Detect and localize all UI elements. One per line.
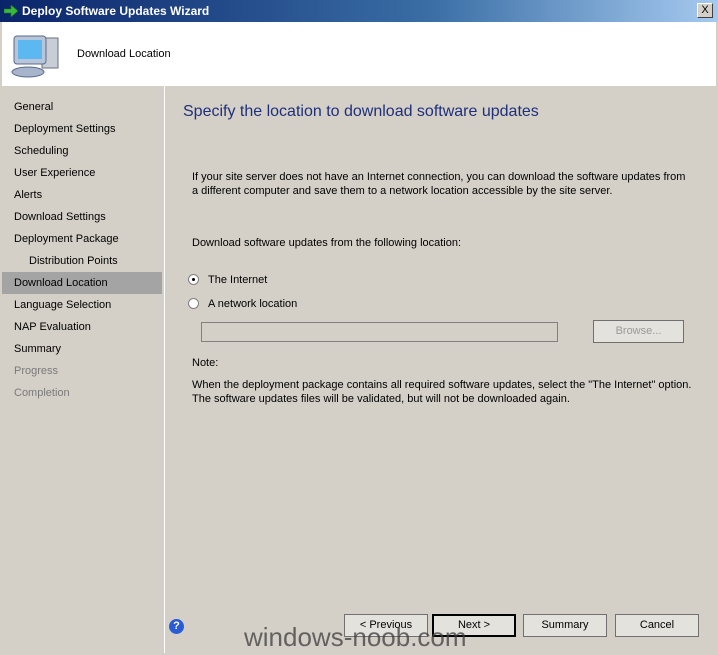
header-title: Download Location <box>77 48 171 60</box>
nav-item-progress: Progress <box>14 365 59 377</box>
wizard-nav: General Deployment Settings Scheduling User… <box>2 86 162 653</box>
nav-item-alerts[interactable]: Alerts <box>2 184 162 206</box>
nav-item-deployment-package[interactable]: Deployment Package <box>2 228 162 250</box>
nav-item-language-selection[interactable]: Language Selection <box>2 294 162 316</box>
radio-network-label[interactable]: A network location <box>208 297 297 311</box>
computer-icon <box>11 35 59 78</box>
nav-item-nap-evaluation[interactable]: NAP Evaluation <box>2 316 162 338</box>
help-icon[interactable]: ? <box>169 619 184 634</box>
nav-item-summary[interactable]: Summary <box>2 338 162 360</box>
nav-item-scheduling[interactable]: Scheduling <box>2 140 162 162</box>
page-title: Specify the location to download softwar… <box>183 103 539 120</box>
note-label: Note: <box>192 357 219 369</box>
intro-text: If your site server does not have an Int… <box>192 171 686 197</box>
close-button[interactable]: X <box>697 3 713 18</box>
radio-internet-label[interactable]: The Internet <box>208 273 267 287</box>
wizard-header: Download Location <box>2 22 716 86</box>
nav-item-completion: Completion <box>14 387 70 399</box>
browse-button[interactable]: Browse... <box>593 320 684 343</box>
cancel-button[interactable]: Cancel <box>615 614 699 637</box>
summary-button[interactable]: Summary <box>523 614 607 637</box>
wizard-page: Specify the location to download softwar… <box>164 86 716 653</box>
radio-network[interactable] <box>188 298 199 309</box>
network-path-input[interactable] <box>201 322 558 342</box>
nav-item-user-experience[interactable]: User Experience <box>2 162 162 184</box>
window-title: Deploy Software Updates Wizard <box>22 4 210 18</box>
green-arrow-icon <box>4 5 18 17</box>
watermark: windows-noob.com <box>244 622 467 652</box>
note-text: When the deployment package contains all… <box>192 379 692 405</box>
nav-item-deployment-settings[interactable]: Deployment Settings <box>2 118 162 140</box>
nav-item-download-location[interactable]: Download Location <box>2 272 162 294</box>
location-prompt: Download software updates from the follo… <box>192 237 462 249</box>
nav-item-general[interactable]: General <box>2 96 162 118</box>
nav-item-download-settings[interactable]: Download Settings <box>2 206 162 228</box>
radio-internet[interactable] <box>188 274 199 285</box>
nav-item-distribution-points[interactable]: Distribution Points <box>2 250 162 272</box>
title-bar: Deploy Software Updates Wizard X <box>0 0 718 22</box>
